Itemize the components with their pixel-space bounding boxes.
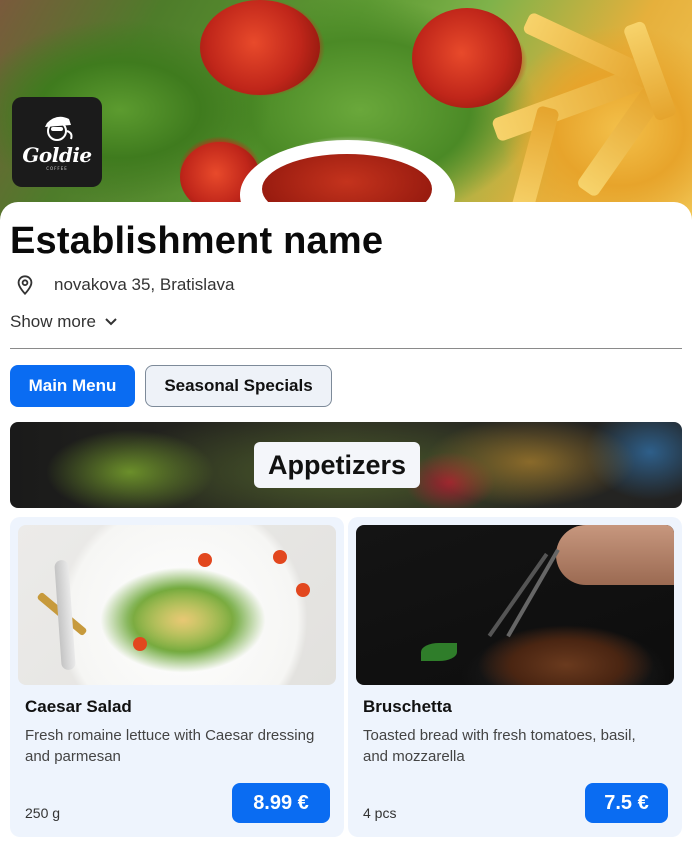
logo-mascot-icon [45, 116, 73, 141]
chopstick-shape [506, 548, 560, 638]
hero-tomato [412, 8, 522, 108]
address-text: novakova 35, Bratislava [54, 275, 235, 294]
section-banner: Appetizers [10, 422, 682, 508]
divider [10, 348, 682, 349]
knife-shape [54, 559, 76, 671]
logo-subtext: COFFEE [46, 166, 68, 171]
show-more-label: Show more [10, 312, 96, 331]
price-button[interactable]: 8.99 € [232, 783, 330, 823]
tab-seasonal-specials[interactable]: Seasonal Specials [145, 365, 332, 407]
tab-main-menu[interactable]: Main Menu [10, 365, 135, 407]
item-quantity: 4 pcs [363, 805, 397, 821]
hand-shape [556, 525, 674, 585]
cherry-tomato [273, 550, 287, 564]
cherry-tomato [198, 553, 212, 567]
item-name: Bruschetta [363, 697, 452, 716]
item-name: Caesar Salad [25, 697, 132, 716]
item-image-caesar-salad [18, 525, 336, 685]
item-image-bruschetta [356, 525, 674, 685]
chevron-down-icon [105, 318, 117, 326]
establishment-name: Establishment name [10, 220, 384, 262]
item-description: Fresh romaine lettuce with Caesar dressi… [25, 727, 315, 765]
price-button[interactable]: 7.5 € [585, 783, 668, 823]
brand-logo: Goldie COFFEE [12, 97, 102, 187]
item-description: Toasted bread with fresh tomatoes, basil… [363, 727, 636, 765]
chopstick-shape [487, 552, 549, 638]
location-pin-icon [17, 275, 33, 296]
cherry-tomato [133, 637, 147, 651]
establishment-sheet: Establishment name novakova 35, Bratisla… [0, 202, 692, 855]
menu-item-card[interactable]: Caesar Salad Fresh romaine lettuce with … [10, 517, 344, 837]
address-row: novakova 35, Bratislava [14, 274, 235, 296]
cherry-tomato [296, 583, 310, 597]
menu-item-card[interactable]: Bruschetta Toasted bread with fresh toma… [348, 517, 682, 837]
logo-wordmark: Goldie [22, 143, 92, 167]
item-quantity: 250 g [25, 805, 61, 821]
hero-image: Goldie COFFEE [0, 0, 692, 222]
show-more-toggle[interactable]: Show more [10, 312, 118, 332]
section-title: Appetizers [254, 442, 421, 488]
basil-leaf [421, 643, 457, 661]
hero-tomato [200, 0, 320, 95]
